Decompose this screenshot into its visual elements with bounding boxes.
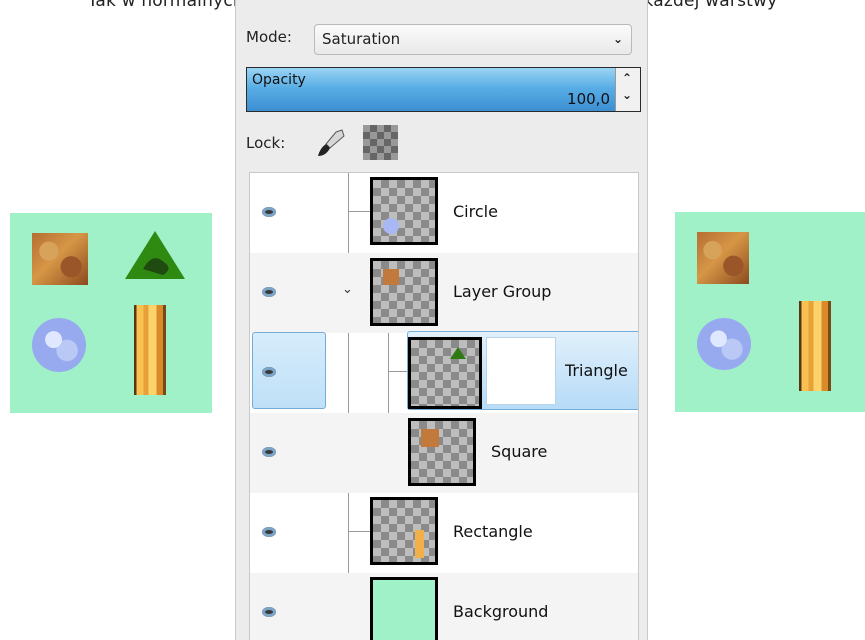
rectangle-shape — [799, 301, 831, 391]
circle-shape — [697, 318, 751, 370]
eye-icon[interactable] — [262, 367, 276, 377]
layer-list: Circle ⌄ Layer Group Triangle Square Rec… — [249, 172, 639, 640]
layer-thumbnail — [408, 418, 476, 486]
opacity-value: 100,0 — [567, 90, 610, 108]
layer-mask-thumbnail[interactable] — [486, 337, 556, 405]
opacity-label: Opacity — [252, 72, 306, 88]
eye-icon[interactable] — [262, 527, 276, 537]
layer-row-triangle[interactable]: Triangle — [250, 333, 638, 413]
opacity-slider[interactable]: Opacity 100,0 ⌃ ⌄ — [246, 67, 641, 112]
chevron-down-icon[interactable]: ⌄ — [342, 282, 353, 297]
triangle-shape — [125, 231, 185, 279]
circle-shape — [32, 318, 86, 372]
layer-name: Background — [453, 602, 549, 621]
layer-thumbnail — [370, 497, 438, 565]
layer-name: Square — [491, 442, 548, 461]
lock-label: Lock: — [246, 134, 286, 152]
layer-row-circle[interactable]: Circle — [250, 173, 638, 253]
checkerboard-icon[interactable] — [363, 125, 398, 160]
paintbrush-icon[interactable] — [314, 126, 348, 160]
layer-row-background[interactable]: Background — [250, 573, 638, 640]
layer-thumbnail — [370, 577, 438, 640]
layer-name: Layer Group — [453, 282, 552, 301]
layer-name: Circle — [453, 202, 498, 221]
mode-label: Mode: — [246, 28, 292, 46]
layer-name: Rectangle — [453, 522, 533, 541]
mode-dropdown[interactable]: Saturation ⌄ — [314, 24, 632, 55]
square-shape — [697, 232, 749, 284]
square-shape — [32, 233, 88, 285]
layer-row-layer-group[interactable]: ⌄ Layer Group — [250, 253, 638, 333]
chevron-down-icon[interactable]: ⌄ — [622, 88, 632, 102]
layer-thumbnail — [370, 177, 438, 245]
rectangle-shape — [134, 305, 166, 395]
layer-thumbnail — [370, 258, 438, 326]
layer-thumbnail — [408, 337, 482, 409]
chevron-up-icon[interactable]: ⌃ — [622, 71, 632, 85]
opacity-spin-buttons[interactable]: ⌃ ⌄ — [615, 68, 640, 111]
layer-row-square[interactable]: Square — [250, 413, 638, 493]
layers-panel: Mode: Saturation ⌄ Opacity 100,0 ⌃ ⌄ Loc… — [235, 0, 648, 640]
canvas-preview-before — [10, 213, 212, 413]
eye-icon[interactable] — [262, 207, 276, 217]
layer-name: Triangle — [565, 361, 628, 380]
eye-icon[interactable] — [262, 287, 276, 297]
mode-value: Saturation — [322, 30, 401, 48]
layer-row-rectangle[interactable]: Rectangle — [250, 493, 638, 573]
eye-icon[interactable] — [262, 447, 276, 457]
chevron-down-icon: ⌄ — [612, 32, 623, 46]
canvas-preview-after — [675, 212, 865, 412]
eye-icon[interactable] — [262, 607, 276, 617]
